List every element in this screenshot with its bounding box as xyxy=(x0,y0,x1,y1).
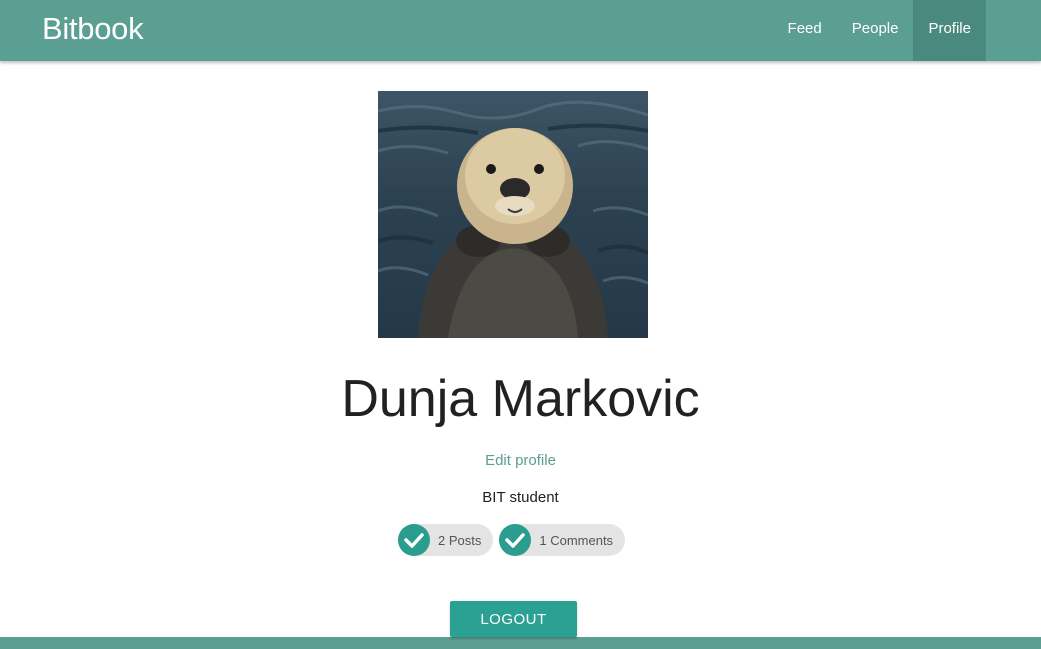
brand-logo[interactable]: Bitbook xyxy=(42,10,144,48)
profile-about: BIT student xyxy=(482,489,559,506)
posts-count-chip: 2 Posts xyxy=(398,524,494,556)
navbar: Bitbook Feed People Profile xyxy=(0,0,1041,61)
logout-button[interactable]: LOGOUT xyxy=(450,601,577,637)
check-icon xyxy=(398,524,430,556)
edit-profile-link[interactable]: Edit profile xyxy=(0,451,1041,471)
profile-name: Dunja Markovic xyxy=(341,370,700,428)
comments-count-chip: 1 Comments xyxy=(499,524,626,556)
sea-otter-photo xyxy=(378,100,648,338)
profile-avatar xyxy=(378,91,648,338)
nav-link-profile[interactable]: Profile xyxy=(913,0,986,61)
nav-link-people[interactable]: People xyxy=(837,0,914,61)
comments-count-label: 1 Comments xyxy=(539,532,614,548)
profile-stats: 2 Posts 1 Comments xyxy=(398,524,631,556)
posts-count-label: 2 Posts xyxy=(438,532,482,548)
nav-links: Feed People Profile xyxy=(773,0,986,61)
check-icon xyxy=(499,524,532,556)
footer-bar xyxy=(0,637,1041,649)
nav-link-feed[interactable]: Feed xyxy=(773,0,837,61)
